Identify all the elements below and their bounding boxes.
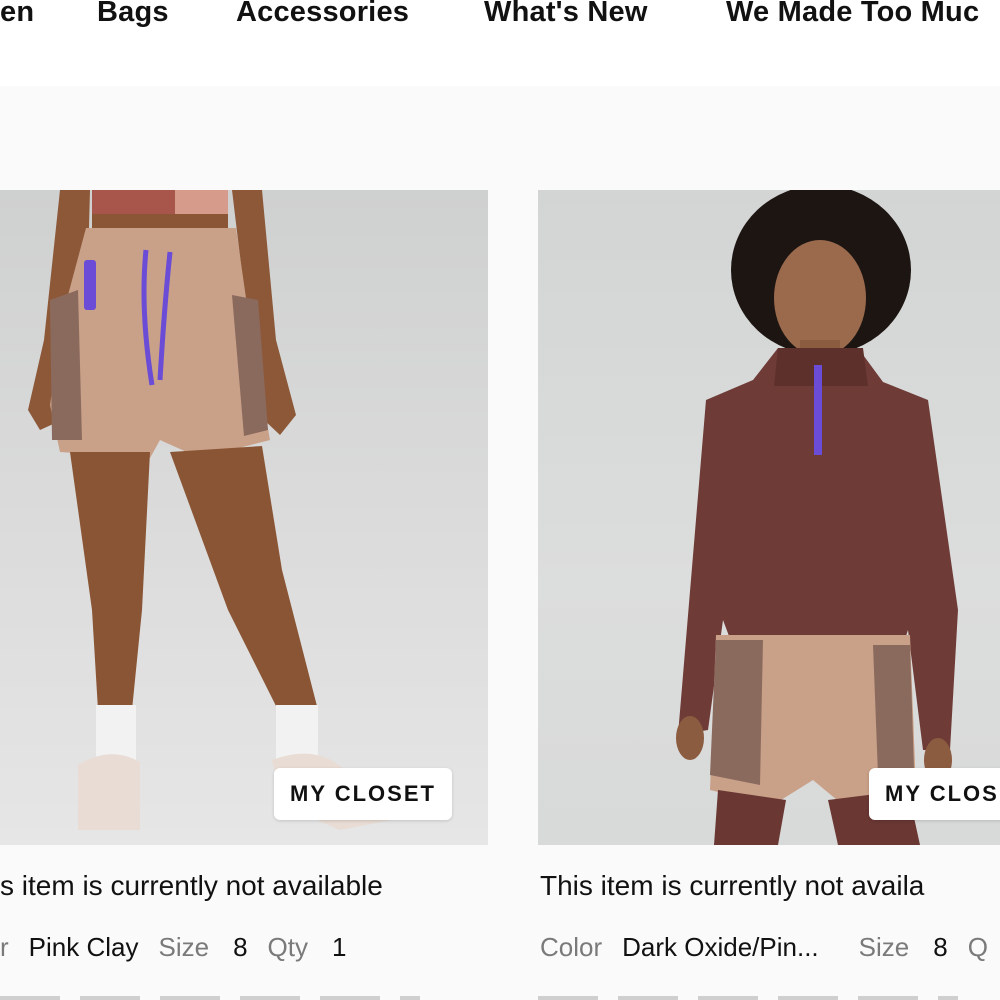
color-label: Color	[540, 932, 603, 962]
cut-off-text-line	[0, 996, 420, 1000]
color-value: Dark Oxide/Pin...	[622, 932, 819, 962]
product-attributes: r Pink Clay Size 8 Qty 1	[0, 932, 346, 963]
color-value: Pink Clay	[28, 932, 139, 962]
size-label: Size	[858, 932, 910, 962]
qty-value: 1	[332, 932, 347, 962]
nav-item-bags[interactable]: Bags	[97, 0, 169, 29]
pullover-photo	[676, 190, 958, 845]
nav-item-women[interactable]: en	[0, 0, 34, 29]
color-label: r	[0, 932, 9, 962]
product-attributes: Color Dark Oxide/Pin... Size 8 Q	[540, 932, 988, 963]
size-value: 8	[233, 932, 248, 962]
size-label: Size	[158, 932, 210, 962]
availability-message: This item is currently not availa	[540, 870, 925, 901]
nav-item-accessories[interactable]: Accessories	[236, 0, 409, 29]
nav-item-we-made-too-much[interactable]: We Made Too Muc	[726, 0, 979, 29]
shorts-photo	[28, 190, 402, 830]
qty-label: Qty	[267, 932, 308, 962]
availability-message: s item is currently not available	[0, 870, 383, 901]
size-value: 8	[933, 932, 948, 962]
qty-label: Q	[967, 932, 988, 962]
top-navigation: en Bags Accessories What's New We Made T…	[0, 0, 1000, 86]
my-closet-button[interactable]: MY CLOS	[869, 768, 1000, 820]
my-closet-button[interactable]: MY CLOSET	[274, 768, 452, 820]
product-image[interactable]	[538, 190, 1000, 845]
cut-off-text-line	[538, 996, 958, 1000]
product-image[interactable]	[0, 190, 488, 845]
nav-item-whats-new[interactable]: What's New	[484, 0, 648, 29]
